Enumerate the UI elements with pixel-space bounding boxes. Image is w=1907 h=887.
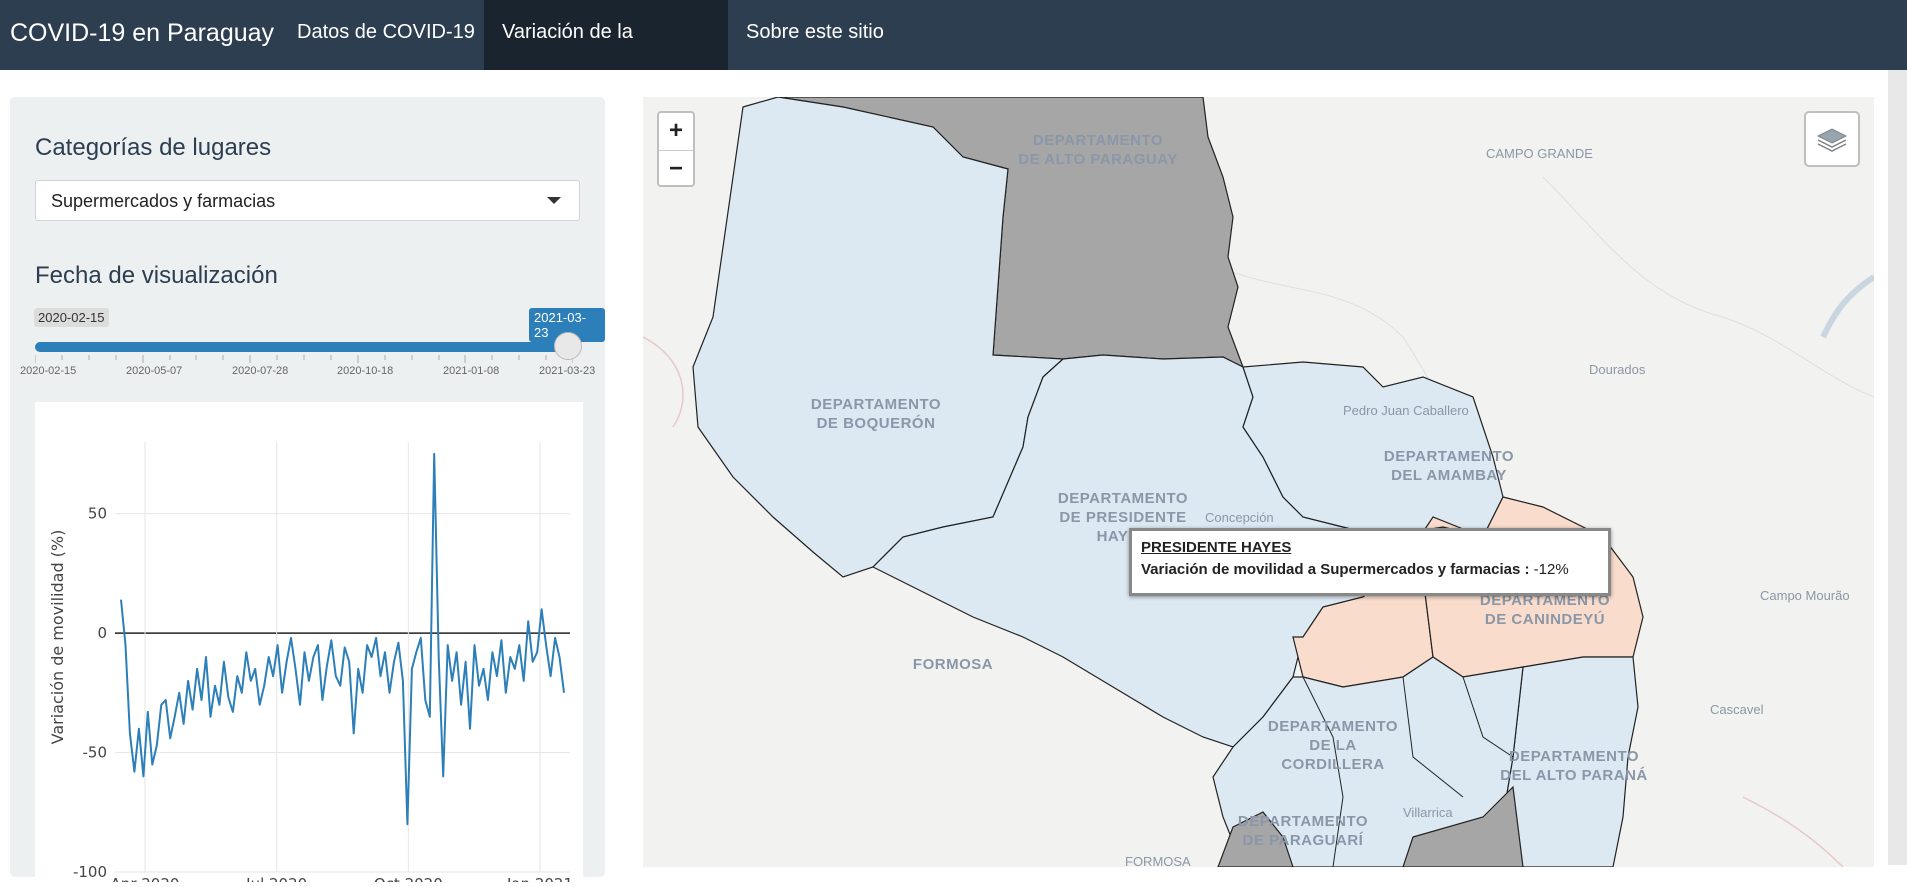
city-villarrica: Villarrica [1403,805,1453,820]
y-tick-label: -50 [83,744,108,762]
tooltip-title: PRESIDENTE HAYES [1141,539,1292,556]
nav-covid-data[interactable]: Datos de COVID-19 [279,0,493,70]
slider-tick-label: 2020-05-07 [126,365,183,377]
slider-tick-label: 2021-03-23 [539,365,596,377]
layers-button[interactable] [1804,111,1860,167]
x-tick-label: Jan 2021 [506,875,573,882]
map-tooltip: PRESIDENTE HAYES Variación de movilidad … [1129,528,1611,596]
label-amambay: DEPARTAMENTO DEL AMAMBAY [1383,448,1515,484]
chevron-down-icon [547,197,561,204]
slider-ticks [35,355,573,363]
navbar: COVID-19 en Paraguay Datos de COVID-19 V… [0,0,1907,108]
slider-tick-label: 2020-10-18 [337,365,394,377]
city-cascavel: Cascavel [1710,702,1764,717]
slider-tick-label: 2020-07-28 [232,365,289,377]
sidebar-panel: Categorías de lugares Supermercados y fa… [10,97,605,887]
slider-min-label: 2020-02-15 [34,308,109,327]
date-slider-track[interactable] [35,342,573,352]
city-dourados: Dourados [1589,362,1646,377]
label-alto-paraguay: DEPARTAMENTO DE ALTO PARAGUAY [1018,132,1178,168]
x-tick-label: Oct 2020 [374,875,443,882]
layers-icon [1816,128,1848,152]
zoom-in-button[interactable]: + [659,113,693,151]
slider-tick-label: 2020-02-15 [20,365,77,377]
slider-tick-label: 2021-01-08 [443,365,500,377]
x-tick-label: Jul 2020 [245,875,307,882]
date-slider-handle[interactable] [554,332,582,360]
series-line [120,452,565,826]
chart-svg: 50 0 -50 -100 Apr 2020 Jul 2020 Oct 2020 Jan 20… [48,442,573,887]
category-select[interactable]: Supermercados y farmacias [35,180,580,221]
tooltip-body: Variación de movilidad a Supermercados y… [1141,561,1599,578]
label-alto-parana: DEPARTAMENTO DEL ALTO PARANÁ [1500,748,1648,784]
tooltip-label: Variación de movilidad a Supermercados y… [1141,561,1530,578]
city-campo-grande: CAMPO GRANDE [1486,146,1593,161]
mobility-line-chart[interactable]: 50 0 -50 -100 Apr 2020 Jul 2020 Oct 2020 Jan 20… [35,402,583,887]
category-select-value: Supermercados y farmacias [51,191,276,211]
city-concepcion: Concepción [1205,510,1274,525]
y-tick-label: 0 [97,624,107,642]
city-campo-mourao: Campo Mourão [1760,588,1850,603]
y-tick-label: 50 [88,505,107,523]
label-paraguari: DEPARTAMENTO DE PARAGUARÍ [1237,813,1369,849]
nav-mobility[interactable]: Variación de la Movilidad [484,0,728,108]
label-canindeyu: DEPARTAMENTO DE CANINDEYÚ [1479,592,1611,628]
x-tick-label: Apr 2020 [111,875,180,882]
tooltip-value: -12% [1533,561,1569,578]
y-tick-label: -100 [73,863,107,881]
label-boqueron: DEPARTAMENTO DE BOQUERÓN [810,396,942,432]
city-formosa: FORMOSA [1125,854,1191,867]
city-pedro-juan: Pedro Juan Caballero [1343,403,1469,418]
y-axis-label: Variación de movilidad (%) [48,530,67,745]
category-label: Categorías de lugares [35,134,272,161]
map-panel[interactable]: DEPARTAMENTO DE ALTO PARAGUAY DEPARTAMENT… [643,97,1874,867]
zoom-out-button[interactable]: − [659,151,693,188]
label-cordillera: DEPARTAMENTO DE LA CORDILLERA [1267,718,1399,773]
date-label: Fecha de visualización [35,262,278,289]
zoom-control: + − [657,111,695,187]
label-formosa: FORMOSA [912,656,994,673]
side-strip [1888,70,1907,865]
app-brand[interactable]: COVID-19 en Paraguay [10,0,274,70]
nav-about[interactable]: Sobre este sitio [728,0,902,70]
